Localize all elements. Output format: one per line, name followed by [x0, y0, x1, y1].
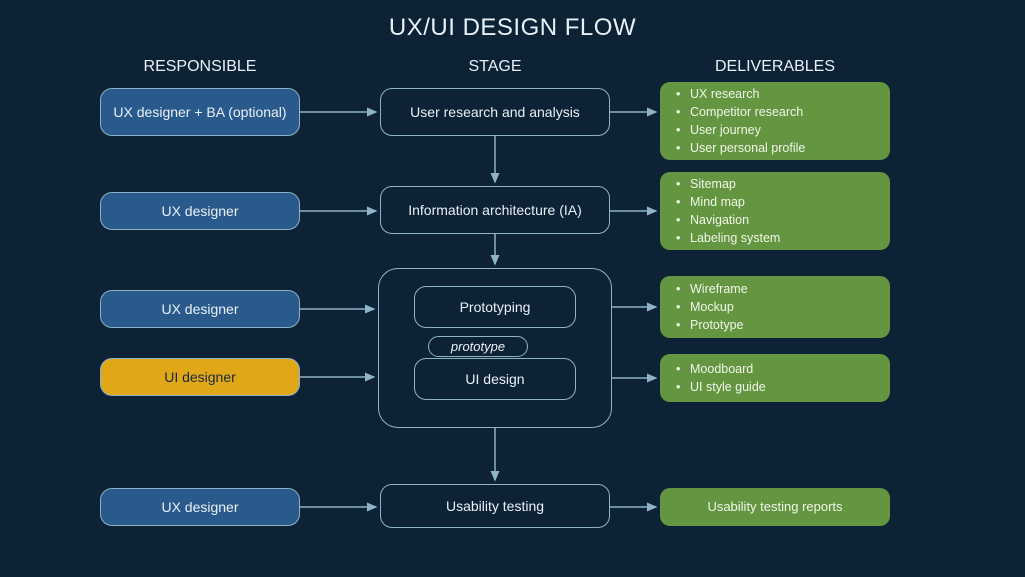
stage-row1: User research and analysis: [380, 88, 610, 136]
responsible-row1: UX designer + BA (optional): [100, 88, 300, 136]
deliverables-row1: UX research Competitor research User jou…: [660, 82, 890, 160]
responsible-row3: UX designer: [100, 290, 300, 328]
deliverables-row3: Wireframe Mockup Prototype: [660, 276, 890, 338]
responsible-row5: UX designer: [100, 488, 300, 526]
diagram-title: UX/UI DESIGN FLOW: [0, 14, 1025, 42]
deliverable-item: Moodboard: [674, 360, 880, 378]
deliverable-item: Labeling system: [674, 229, 880, 247]
column-header-deliverables: DELIVERABLES: [660, 58, 890, 76]
deliverable-item: Wireframe: [674, 280, 880, 298]
column-header-responsible: RESPONSIBLE: [100, 58, 300, 76]
deliverable-item: User journey: [674, 121, 880, 139]
deliverable-item: UX research: [674, 85, 880, 103]
stage-row4: UI design: [414, 358, 576, 400]
deliverables-row4: Moodboard UI style guide: [660, 354, 890, 402]
deliverable-item: UI style guide: [674, 378, 880, 396]
deliverable-item: Sitemap: [674, 175, 880, 193]
responsible-row2: UX designer: [100, 192, 300, 230]
responsible-row4: UI designer: [100, 358, 300, 396]
deliverable-item: Mind map: [674, 193, 880, 211]
prototype-badge: prototype: [428, 336, 528, 357]
deliverable-item: Prototype: [674, 316, 880, 334]
deliverable-item: Mockup: [674, 298, 880, 316]
deliverable-item: User personal profile: [674, 139, 880, 157]
stage-row2: Information architecture (IA): [380, 186, 610, 234]
deliverables-row2: Sitemap Mind map Navigation Labeling sys…: [660, 172, 890, 250]
deliverable-item: Navigation: [674, 211, 880, 229]
deliverables-row5: Usability testing reports: [660, 488, 890, 526]
stage-row3: Prototyping: [414, 286, 576, 328]
stage-row5: Usability testing: [380, 484, 610, 528]
column-header-stage: STAGE: [380, 58, 610, 76]
deliverable-item: Competitor research: [674, 103, 880, 121]
